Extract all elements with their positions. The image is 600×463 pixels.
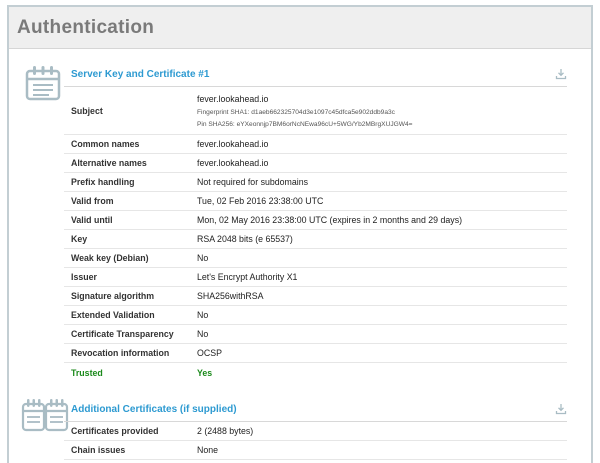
certificate-icon <box>25 66 61 101</box>
table-row: Valid until Mon, 02 May 2016 23:38:00 UT… <box>64 211 567 230</box>
section-title: Additional Certificates (if supplied) <box>71 404 237 415</box>
row-value: None <box>197 445 219 455</box>
row-label: Signature algorithm <box>71 291 155 301</box>
row-label: Valid until <box>71 215 113 225</box>
table-row: Weak key (Debian) No <box>64 249 567 268</box>
certificates-stack-icon <box>21 399 69 432</box>
row-value: No <box>197 329 209 339</box>
row-value: fever.lookahead.io Fingerprint SHA1: d1a… <box>197 94 567 128</box>
download-icon[interactable] <box>555 403 567 415</box>
row-label: Weak key (Debian) <box>71 253 149 263</box>
row-value: Mon, 02 May 2016 23:38:00 UTC (expires i… <box>197 215 463 225</box>
row-label: Chain issues <box>71 445 126 455</box>
additional-certificates-header: Additional Certificates (if supplied) <box>64 398 567 422</box>
row-label: Alternative names <box>71 158 147 168</box>
row-value: No <box>197 253 209 263</box>
row-label: Common names <box>71 139 140 149</box>
table-row: Revocation information OCSP <box>64 344 567 363</box>
server-key-table: Subject fever.lookahead.io Fingerprint S… <box>64 87 567 382</box>
row-label: Issuer <box>71 272 97 282</box>
row-value: Not required for subdomains <box>197 177 308 187</box>
table-row: Extended Validation No <box>64 306 567 325</box>
table-row: Certificates provided 2 (2488 bytes) <box>64 422 567 441</box>
row-value: fever.lookahead.io <box>197 139 269 149</box>
table-row: Common names fever.lookahead.io <box>64 135 567 154</box>
row-value: RSA 2048 bits (e 65537) <box>197 234 293 244</box>
row-value: 2 (2488 bytes) <box>197 426 254 436</box>
download-icon[interactable] <box>555 68 567 80</box>
table-row-trusted: Trusted Yes <box>64 363 567 382</box>
subject-name: fever.lookahead.io <box>197 93 269 104</box>
row-value: SHA256withRSA <box>197 291 264 301</box>
row-label: Valid from <box>71 196 114 206</box>
table-row-subject: Subject fever.lookahead.io Fingerprint S… <box>64 87 567 135</box>
row-label: Prefix handling <box>71 177 135 187</box>
row-value: OCSP <box>197 348 222 358</box>
table-row: Signature algorithm SHA256withRSA <box>64 287 567 306</box>
table-row: Key RSA 2048 bits (e 65537) <box>64 230 567 249</box>
subject-pin: Pin SHA256: eYXeonnjp7BM6orNcNEwa96cU+5W… <box>197 120 413 128</box>
table-row: Alternative names fever.lookahead.io <box>64 154 567 173</box>
page-title: Authentication <box>17 16 155 38</box>
server-key-section-header: Server Key and Certificate #1 <box>64 63 567 87</box>
row-value: Let's Encrypt Authority X1 <box>197 272 298 282</box>
row-label: Key <box>71 234 88 244</box>
section-title: Server Key and Certificate #1 <box>71 69 210 80</box>
additional-certificates-table: Certificates provided 2 (2488 bytes) Cha… <box>64 422 567 460</box>
table-row: Issuer Let's Encrypt Authority X1 <box>64 268 567 287</box>
row-label: Revocation information <box>71 348 170 358</box>
row-label: Trusted <box>71 367 103 378</box>
row-value: Tue, 02 Feb 2016 23:38:00 UTC <box>197 196 324 206</box>
row-label: Certificate Transparency <box>71 329 174 339</box>
table-row: Valid from Tue, 02 Feb 2016 23:38:00 UTC <box>64 192 567 211</box>
authentication-panel: Authentication Server Key and Certificat… <box>7 5 593 463</box>
row-label: Extended Validation <box>71 310 155 320</box>
row-value: No <box>197 310 209 320</box>
table-row: Prefix handling Not required for subdoma… <box>64 173 567 192</box>
row-label: Subject <box>71 105 103 116</box>
table-row: Chain issues None <box>64 441 567 460</box>
row-label: Certificates provided <box>71 426 159 436</box>
trusted-status: Yes <box>197 367 213 378</box>
panel-header: Authentication <box>9 7 591 49</box>
table-row: Certificate Transparency No <box>64 325 567 344</box>
row-value: fever.lookahead.io <box>197 158 269 168</box>
subject-fingerprint: Fingerprint SHA1: d1aeb662325704d3e1097c… <box>197 108 395 116</box>
